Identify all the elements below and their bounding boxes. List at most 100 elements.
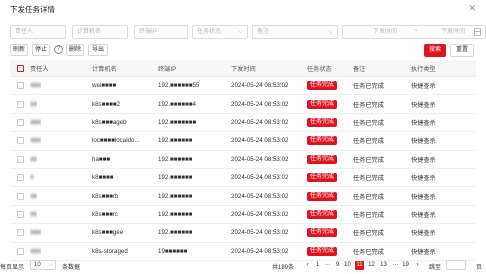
reset-button[interactable]: 重置 [450, 44, 474, 57]
status-badge: 任务完成 [307, 191, 338, 201]
cell-status: 任务完成 [307, 151, 338, 168]
select-all-checkbox[interactable] [17, 64, 24, 72]
per-page-select[interactable]: 10 ⌵ [30, 260, 56, 270]
row-checkbox[interactable] [17, 247, 24, 255]
cell-owner: ■■ [30, 151, 37, 168]
page-button[interactable]: 13 [379, 261, 388, 270]
cell-remark-text: 任务已完成 [353, 230, 384, 238]
cell-ip-text: 19■■■■■■ [158, 247, 188, 255]
help-icon[interactable]: ? [54, 45, 63, 54]
export-button[interactable]: 导出 [88, 44, 108, 56]
cell-type: 快捷查杀 [411, 77, 436, 94]
table-row[interactable]: ■ k8■■■■ 192.■■■■■■ 2024-05-24 08:53:02 任务完成… [10, 169, 476, 188]
dialog-title: 下发任务详情 [10, 5, 55, 14]
row-checkbox[interactable] [17, 118, 24, 126]
cell-hostname-text: wei■■■■ [92, 82, 117, 90]
row-checkbox[interactable] [17, 192, 24, 200]
table-row[interactable]: ■■■ k8s■■■gee 192.■■■■■■ 2024-05-24 08:53:0… [10, 224, 476, 243]
cell-type-text: 快捷查杀 [411, 119, 436, 127]
cell-remark: 任务已完成 [353, 132, 384, 149]
per-page-label: 每页显示 [0, 265, 25, 271]
table-row[interactable]: ■■ k8s■■■rc 192.■■■■■■ 2024-05-24 08:53:02 任… [10, 206, 476, 225]
cell-status: 任务完成 [307, 114, 338, 131]
cell-ip-text: 192.■■■■■■ [158, 229, 193, 237]
page-button[interactable]: 19 [401, 261, 410, 270]
time-range-picker[interactable]: 下发时间 ~ 下发时间 [342, 25, 486, 39]
cell-type-text: 快捷查杀 [411, 83, 436, 91]
cell-type: 快捷查杀 [411, 224, 436, 241]
cell-time: 2024-05-24 08:53:02 [231, 77, 288, 94]
header-type: 执行类型 [411, 65, 436, 73]
cell-hostname: loc■■■■localdo... [92, 132, 140, 149]
row-checkbox[interactable] [17, 82, 24, 90]
row-checkbox[interactable] [17, 155, 24, 163]
range-separator: ~ [414, 28, 418, 34]
prev-page-button[interactable]: ‹ [303, 261, 312, 270]
search-button[interactable]: 搜索 [424, 44, 446, 57]
status-badge: 任务完成 [307, 99, 338, 109]
owner-filter-input[interactable]: 责任人 [10, 25, 66, 39]
table-row[interactable]: ■■ k8s■■■rb 192.■■■■■■ 2024-05-24 08:53:02 任… [10, 187, 476, 206]
cell-remark-text: 任务已完成 [353, 193, 384, 201]
page-button[interactable]: 9 [333, 261, 342, 270]
delete-button[interactable]: 删除 [66, 44, 84, 56]
cell-owner-text: ■■■ [30, 82, 42, 90]
cell-remark-text: 任务已完成 [353, 248, 384, 256]
row-checkbox[interactable] [17, 210, 24, 218]
table-row[interactable]: ■■■ wei■■■■ 192.■■■■■■55 2024-05-24 08:53:0… [10, 77, 476, 96]
goto-page-input[interactable] [446, 260, 466, 270]
end-time-placeholder: 下发时间 [441, 29, 466, 35]
table-row[interactable]: ■■■ k8s■■■ageb 192.■■■■■■■ 2024-05-24 08:53… [10, 114, 476, 133]
cell-time: 2024-05-24 08:53:02 [231, 224, 288, 241]
cell-ip: 192.■■■■■■ [158, 224, 192, 241]
table-row[interactable]: ■■■ k8s-storaged 19■■■■■■ 2024-05-24 08:53:… [10, 243, 476, 261]
row-checkbox[interactable] [17, 229, 24, 237]
start-time-placeholder: 下发时间 [373, 29, 398, 35]
header-hostname: 计算机名 [92, 65, 117, 73]
row-checkbox[interactable] [17, 100, 24, 108]
status-badge: 任务完成 [307, 154, 338, 164]
cell-ip: 19■■■■■■ [158, 243, 187, 260]
table-row[interactable]: ■■■ loc■■■■localdo... 192.■■■■■■ 2024-05-24… [10, 132, 476, 151]
cell-time-text: 2024-05-24 08:53:02 [231, 210, 289, 218]
cell-status: 任务完成 [307, 224, 338, 241]
page-ellipsis[interactable]: ··· [323, 261, 332, 270]
cell-owner-text: ■■■ [30, 137, 42, 145]
cell-status: 任务完成 [307, 187, 338, 204]
ip-filter-input[interactable]: 终端IP [134, 25, 188, 39]
table-row[interactable]: ■■ k8s■■■■2 192.■■■■■■4 2024-05-24 08:53:02… [10, 95, 476, 114]
status-filter-select[interactable]: 任务状态 ⌵ [192, 25, 248, 39]
row-checkbox[interactable] [17, 137, 24, 145]
cell-time: 2024-05-24 08:53:02 [231, 151, 288, 168]
page-ellipsis[interactable]: ··· [391, 261, 400, 270]
header-status: 任务状态 [307, 65, 332, 73]
cell-ip-text: 192.■■■■■■55 [158, 82, 200, 90]
remark-filter-select[interactable]: 备注 ⌵ [252, 25, 338, 39]
cell-hostname: ha■■■ [92, 151, 110, 168]
cell-owner-text: ■■ [30, 100, 38, 108]
page-button[interactable]: 1 [313, 261, 322, 270]
close-icon[interactable]: ✕ [468, 3, 476, 14]
cell-remark-text: 任务已完成 [353, 101, 384, 109]
cell-owner-text: ■■ [30, 210, 38, 218]
cell-owner-text: ■■■ [30, 229, 42, 237]
cell-ip-text: 192.■■■■■■ [158, 155, 193, 163]
cell-time-text: 2024-05-24 08:53:02 [231, 192, 289, 200]
cell-ip-text: 192.■■■■■■4 [158, 100, 196, 108]
cell-type: 快捷查杀 [411, 187, 436, 204]
row-checkbox[interactable] [17, 174, 24, 182]
page-button[interactable]: 12 [367, 261, 376, 270]
cell-time: 2024-05-24 08:53:02 [231, 95, 288, 112]
stop-button[interactable]: 停止 [32, 44, 50, 56]
status-badge: 任务完成 [307, 117, 338, 127]
task-detail-dialog: 下发任务详情 ✕ 责任人 计算机名 终端IP 任务状态 ⌵ 备注 ⌵ 下发时间 ~ … [0, 0, 486, 274]
page-button[interactable]: 11 [355, 261, 364, 270]
next-page-button[interactable]: › [413, 261, 422, 270]
page-button[interactable]: 10 [343, 261, 352, 270]
hostname-filter-input[interactable]: 计算机名 [72, 25, 128, 39]
header-remark: 备注 [353, 65, 366, 73]
cell-type: 快捷查杀 [411, 169, 436, 186]
refresh-button[interactable]: 刷新 [10, 44, 28, 56]
table-row[interactable]: ■■ ha■■■ 192.■■■■■■ 2024-05-24 08:53:02 任务完成… [10, 151, 476, 169]
cell-remark: 任务已完成 [353, 151, 384, 168]
